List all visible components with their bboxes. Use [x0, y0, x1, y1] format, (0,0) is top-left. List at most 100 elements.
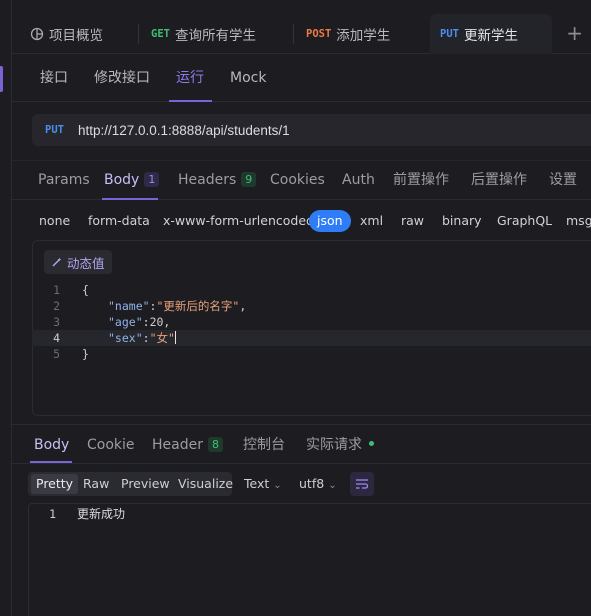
tab-label: 添加学生 [336, 28, 391, 44]
response-tab-actual-request[interactable]: 实际请求 [306, 428, 374, 462]
body-type-form-data[interactable]: form-data [88, 210, 150, 232]
line-number: 2 [53, 299, 60, 313]
tab-label: 项目概览 [49, 28, 103, 44]
body-type-xml[interactable]: xml [360, 210, 383, 232]
add-tab-icon[interactable]: + [566, 22, 583, 44]
dynamic-value-button[interactable]: 动态值 [44, 250, 112, 274]
document-tab-bar: 项目概览 GET 查询所有学生 POST 添加学生 PUT 更新学生 + [12, 14, 591, 54]
url-input[interactable]: http://127.0.0.1:8888/api/students/1 [78, 123, 290, 138]
code-line: 3 "age":20, [32, 314, 591, 330]
view-visualize[interactable]: Visualize [173, 474, 238, 494]
tab-headers[interactable]: Headers 9 [178, 161, 257, 199]
tab-project-overview[interactable]: 项目概览 [30, 14, 103, 54]
response-line: 1 更新成功 [28, 506, 591, 522]
format-select-value: Text [244, 476, 270, 491]
json-value: "女" [149, 331, 175, 345]
body-type-urlencoded[interactable]: x-www-form-urlencoded [163, 210, 314, 232]
line-number: 1 [49, 507, 56, 521]
encoding-select-value: utf8 [299, 476, 325, 491]
headers-count-badge: 9 [241, 172, 257, 187]
line-number: 5 [53, 347, 60, 361]
body-type-json[interactable]: json [309, 210, 351, 232]
code-line: 1 { [32, 282, 591, 298]
request-tabs: Params Body 1 Headers 9 Cookies Auth 前置操作 … [12, 160, 591, 200]
format-select[interactable]: Text ⌄ [244, 472, 282, 496]
response-view-switcher: Pretty Raw Preview Visualize [28, 472, 233, 496]
encoding-select[interactable]: utf8 ⌄ [299, 472, 337, 496]
json-key: "sex" [108, 331, 143, 345]
subnav-active-indicator [169, 100, 212, 102]
rail-active-marker [0, 66, 3, 92]
text-caret [174, 331, 176, 344]
code-text: "name":"更新后的名字", [108, 299, 247, 313]
magic-wand-icon [52, 257, 62, 267]
subnav-mock[interactable]: Mock [230, 56, 266, 102]
code-text: { [82, 283, 89, 297]
tab-cookies[interactable]: Cookies [270, 161, 325, 199]
body-type-binary[interactable]: binary [442, 210, 482, 232]
json-value: "更新后的名字" [156, 299, 240, 313]
tab-add-student[interactable]: POST 添加学生 [306, 14, 390, 54]
method-label: PUT [440, 28, 459, 40]
code-line: 2 "name":"更新后的名字", [32, 298, 591, 314]
code-text: "sex":"女" [108, 331, 176, 345]
wrap-lines-icon [356, 479, 369, 489]
http-method-selector[interactable]: PUT [45, 124, 64, 136]
body-type-none[interactable]: none [39, 210, 70, 232]
subnav-run[interactable]: 运行 [176, 56, 204, 102]
panel-divider[interactable] [12, 424, 591, 425]
tab-body-label: Body [104, 172, 140, 188]
body-type-graphql[interactable]: GraphQL [497, 210, 552, 232]
word-wrap-button[interactable] [350, 472, 374, 496]
tab-headers-label: Headers [178, 172, 237, 188]
subnav-interface[interactable]: 接口 [40, 56, 68, 102]
response-text: 更新成功 [77, 507, 126, 521]
body-count-badge: 1 [144, 172, 160, 187]
method-label: POST [306, 28, 332, 40]
line-number: 4 [53, 331, 60, 345]
response-tab-actual-request-label: 实际请求 [306, 437, 362, 453]
line-number: 3 [53, 315, 60, 329]
json-key: "name" [108, 299, 150, 313]
subnav-edit-interface[interactable]: 修改接口 [94, 56, 150, 102]
response-tab-body[interactable]: Body [34, 428, 69, 462]
url-bar[interactable]: PUT http://127.0.0.1:8888/api/students/1 [32, 114, 591, 146]
status-dot [369, 441, 374, 446]
line-number: 1 [53, 283, 60, 297]
tab-settings[interactable]: 设置 [549, 161, 577, 199]
code-line: 5 } [32, 346, 591, 362]
tab-update-student[interactable]: PUT 更新学生 [430, 14, 552, 54]
view-preview[interactable]: Preview [116, 474, 175, 494]
json-key: "age" [108, 315, 143, 329]
response-tab-cookie[interactable]: Cookie [87, 428, 135, 462]
tab-body[interactable]: Body 1 [104, 161, 160, 199]
tab-params[interactable]: Params [38, 161, 90, 199]
view-raw[interactable]: Raw [78, 474, 114, 494]
tab-post-operations[interactable]: 后置操作 [471, 161, 527, 199]
tab-auth[interactable]: Auth [342, 161, 375, 199]
left-rail [0, 0, 12, 616]
method-label: GET [151, 28, 170, 40]
tab-pre-operations[interactable]: 前置操作 [393, 161, 449, 199]
body-type-msgpack[interactable]: msgp [566, 210, 591, 232]
view-pretty[interactable]: Pretty [31, 474, 79, 494]
tab-get-all-students[interactable]: GET 查询所有学生 [151, 14, 256, 54]
response-header-count-badge: 8 [207, 437, 223, 452]
chevron-down-icon: ⌄ [328, 480, 337, 491]
tab-label: 更新学生 [463, 28, 518, 44]
response-tab-active-indicator [30, 461, 72, 463]
response-tabs: Body Cookie Header 8 控制台 实际请求 [12, 428, 591, 464]
dynamic-value-label: 动态值 [67, 255, 105, 271]
endpoint-subnav: 接口 修改接口 运行 Mock [12, 56, 591, 102]
code-line-current: 4 "sex":"女" [32, 330, 591, 346]
json-value: 20 [149, 315, 164, 329]
response-tab-header[interactable]: Header 8 [152, 428, 223, 462]
body-type-raw[interactable]: raw [401, 210, 424, 232]
tab-separator [138, 24, 139, 44]
code-text: "age":20, [108, 315, 171, 329]
response-tab-console[interactable]: 控制台 [243, 428, 285, 462]
code-text: } [82, 347, 89, 361]
tab-label: 查询所有学生 [174, 28, 256, 44]
request-tab-active-indicator [102, 198, 158, 200]
chevron-down-icon: ⌄ [273, 480, 282, 491]
